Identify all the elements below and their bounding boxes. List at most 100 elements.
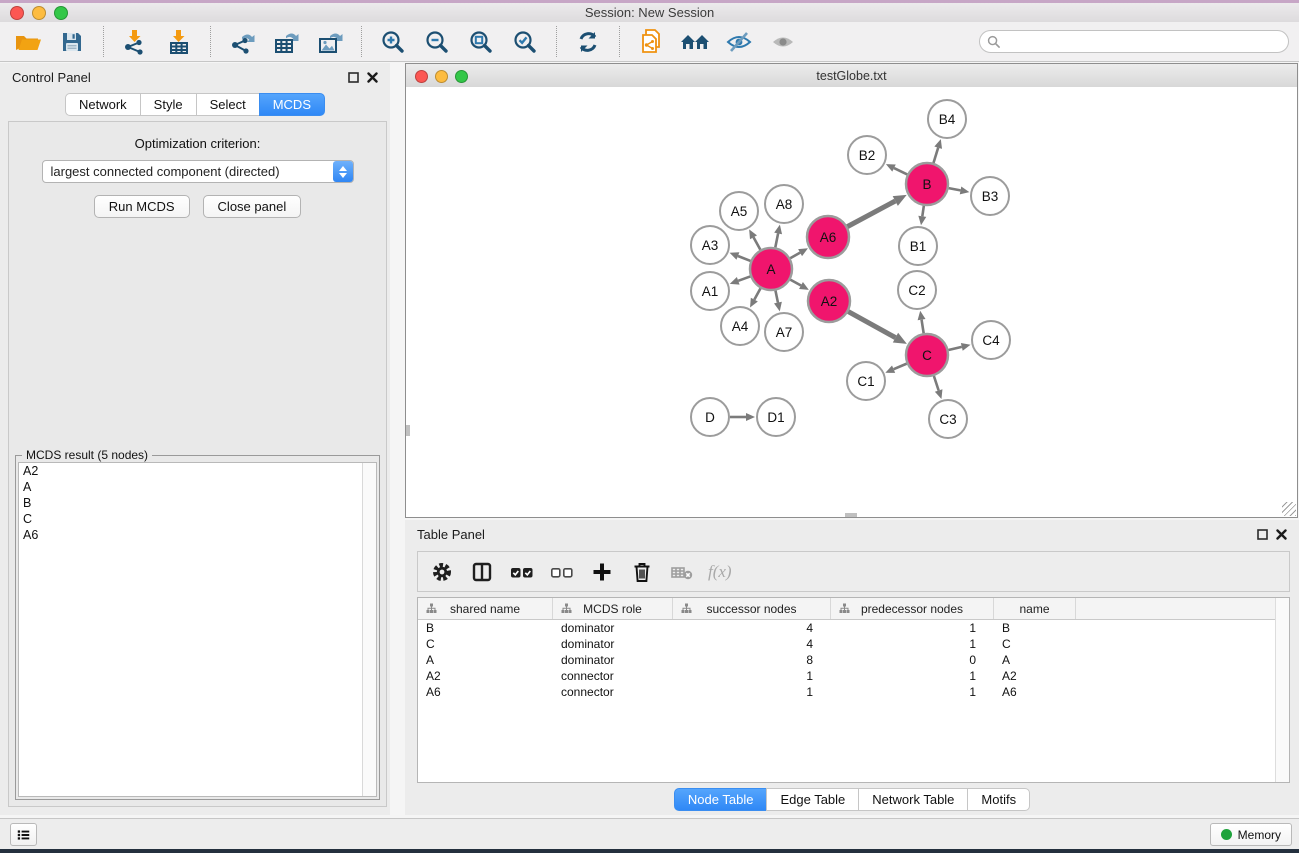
graph-node-C2[interactable]: C2 — [898, 271, 936, 309]
table-cell[interactable]: 4 — [673, 621, 831, 635]
graph-node-C3[interactable]: C3 — [929, 400, 967, 438]
graph-edge-A6-B[interactable] — [847, 195, 906, 227]
graph-edge-D-D1[interactable] — [730, 413, 755, 421]
export-table-button[interactable] — [268, 25, 304, 59]
table-cell[interactable]: 1 — [831, 685, 994, 699]
graph-node-A6[interactable]: A6 — [807, 216, 849, 258]
network-vertical-scroll-thumb[interactable] — [406, 425, 410, 436]
table-cell[interactable]: 4 — [673, 637, 831, 651]
graph-node-B4[interactable]: B4 — [928, 100, 966, 138]
column-header-successor-nodes[interactable]: successor nodes — [673, 598, 831, 619]
table-cell[interactable]: C — [994, 637, 1076, 651]
table-cell[interactable]: B — [418, 621, 553, 635]
column-header-predecessor-nodes[interactable]: predecessor nodes — [831, 598, 994, 619]
network-canvas[interactable]: B4B2BB3A8A5A6A3B1AC2A1A2A4A7C4CC1C3DD1 — [406, 87, 1297, 517]
graph-node-A[interactable]: A — [750, 248, 792, 290]
export-network-button[interactable] — [224, 25, 260, 59]
result-item[interactable]: B — [19, 495, 376, 511]
graph-edge-B-B1[interactable] — [918, 206, 926, 225]
tab-motifs[interactable]: Motifs — [967, 788, 1030, 811]
graph-node-B[interactable]: B — [906, 163, 948, 205]
table-cell[interactable]: A2 — [994, 669, 1076, 683]
graph-edge-C-C1[interactable] — [885, 364, 906, 373]
table-cell[interactable]: dominator — [553, 637, 673, 651]
table-cell[interactable]: A — [994, 653, 1076, 667]
close-panel-icon[interactable] — [367, 72, 378, 83]
table-scrollbar[interactable] — [1275, 598, 1289, 782]
show-columns-button[interactable] — [464, 555, 500, 589]
network-zoom-button[interactable] — [455, 70, 468, 83]
column-header-MCDS-role[interactable]: MCDS role — [553, 598, 673, 619]
task-history-button[interactable] — [10, 823, 37, 846]
minimize-window-button[interactable] — [32, 6, 46, 20]
table-cell[interactable]: dominator — [553, 621, 673, 635]
save-session-button[interactable] — [54, 25, 90, 59]
graph-edge-A-A4[interactable] — [750, 288, 760, 307]
table-cell[interactable]: 1 — [831, 621, 994, 635]
tab-network-table[interactable]: Network Table — [858, 788, 968, 811]
zoom-out-button[interactable] — [419, 25, 455, 59]
table-cell[interactable]: 1 — [673, 669, 831, 683]
tab-edge-table[interactable]: Edge Table — [766, 788, 859, 811]
network-horizontal-scroll-thumb[interactable] — [845, 513, 857, 517]
graph-node-A2[interactable]: A2 — [808, 280, 850, 322]
tab-select[interactable]: Select — [196, 93, 260, 116]
table-cell[interactable]: A6 — [418, 685, 553, 699]
graph-edge-C-C3[interactable] — [934, 376, 943, 399]
select-all-columns-button[interactable] — [504, 555, 540, 589]
graph-edge-B-B4[interactable] — [933, 139, 942, 163]
table-row[interactable]: A2connector11A2 — [418, 668, 1289, 684]
graph-node-C[interactable]: C — [906, 334, 948, 376]
table-cell[interactable]: dominator — [553, 653, 673, 667]
table-cell[interactable]: C — [418, 637, 553, 651]
memory-button[interactable]: Memory — [1210, 823, 1292, 846]
home-view-button[interactable] — [677, 25, 713, 59]
import-network-button[interactable] — [117, 25, 153, 59]
network-graph[interactable]: B4B2BB3A8A5A6A3B1AC2A1A2A4A7C4CC1C3DD1 — [406, 87, 1297, 516]
tab-mcds[interactable]: MCDS — [259, 93, 325, 116]
table-settings-button[interactable] — [424, 555, 460, 589]
graph-edge-A-A7[interactable] — [774, 291, 782, 312]
search-field[interactable] — [979, 30, 1289, 53]
graph-node-D1[interactable]: D1 — [757, 398, 795, 436]
graph-node-B3[interactable]: B3 — [971, 177, 1009, 215]
close-window-button[interactable] — [10, 6, 24, 20]
zoom-fit-button[interactable] — [463, 25, 499, 59]
table-cell[interactable]: A2 — [418, 669, 553, 683]
deselect-all-columns-button[interactable] — [544, 555, 580, 589]
graph-node-B2[interactable]: B2 — [848, 136, 886, 174]
delete-column-button[interactable] — [624, 555, 660, 589]
window-resize-grip[interactable] — [1282, 502, 1296, 516]
graph-edge-A-A6[interactable] — [790, 248, 808, 258]
table-cell[interactable]: connector — [553, 669, 673, 683]
search-input[interactable] — [1005, 34, 1281, 50]
graph-edge-C-C2[interactable] — [918, 311, 926, 334]
result-item[interactable]: A2 — [19, 463, 376, 479]
table-cell[interactable]: 1 — [831, 669, 994, 683]
graph-node-C4[interactable]: C4 — [972, 321, 1010, 359]
create-column-button[interactable] — [584, 555, 620, 589]
table-cell[interactable]: 1 — [831, 637, 994, 651]
graph-node-A1[interactable]: A1 — [691, 272, 729, 310]
zoom-window-button[interactable] — [54, 6, 68, 20]
table-row[interactable]: Bdominator41B — [418, 620, 1289, 636]
function-builder-icon[interactable]: f(x) — [704, 562, 732, 582]
graph-node-A8[interactable]: A8 — [765, 185, 803, 223]
zoom-in-button[interactable] — [375, 25, 411, 59]
graph-node-D[interactable]: D — [691, 398, 729, 436]
table-row[interactable]: A6connector11A6 — [418, 684, 1289, 700]
graph-edge-A-A1[interactable] — [730, 276, 751, 284]
table-row[interactable]: Adominator80A — [418, 652, 1289, 668]
export-image-button[interactable] — [312, 25, 348, 59]
close-panel-button[interactable]: Close panel — [203, 195, 302, 218]
table-cell[interactable]: connector — [553, 685, 673, 699]
graph-node-A5[interactable]: A5 — [720, 192, 758, 230]
tab-network[interactable]: Network — [65, 93, 141, 116]
result-item[interactable]: C — [19, 511, 376, 527]
zoom-selected-button[interactable] — [507, 25, 543, 59]
tab-style[interactable]: Style — [140, 93, 197, 116]
graph-node-A7[interactable]: A7 — [765, 313, 803, 351]
graph-edge-A-A5[interactable] — [749, 229, 760, 249]
graph-node-C1[interactable]: C1 — [847, 362, 885, 400]
graph-node-B1[interactable]: B1 — [899, 227, 937, 265]
